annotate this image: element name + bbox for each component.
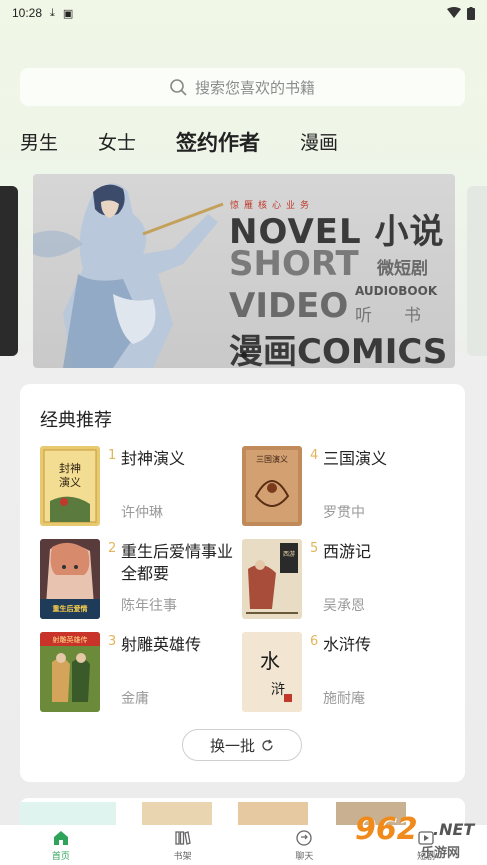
site-watermark-logo: 962 .NET 乐游网	[355, 812, 485, 864]
svg-text:射雕英雄传: 射雕英雄传	[53, 635, 88, 644]
refresh-icon	[262, 739, 273, 751]
tab-home[interactable]: 首页	[0, 825, 122, 865]
status-bar: 10:28 ⤓ ▣	[0, 0, 487, 26]
download-icon: ⤓	[50, 6, 55, 19]
chat-icon	[296, 830, 313, 846]
tab-chat-label: 聊天	[295, 852, 314, 862]
book-cover: 西游	[242, 539, 302, 619]
search-bar[interactable]: 搜索您喜欢的书籍	[20, 68, 465, 106]
search-placeholder: 搜索您喜欢的书籍	[194, 78, 315, 97]
book-cover: 重生后爱情	[40, 539, 100, 619]
book-cover: 水 浒	[242, 632, 302, 712]
bookshelf-icon	[174, 831, 191, 845]
carousel-indicator	[241, 352, 247, 358]
promo-banner[interactable]: 惊雁核心业务 NOVEL 小说 SHORT 微短剧 VIDEO AUDIOBOO…	[33, 174, 455, 368]
notification-icon: ▣	[62, 6, 74, 20]
book-item[interactable]: 西游 5 西游记 吴承恩	[242, 539, 442, 619]
svg-text:封神: 封神	[59, 461, 81, 475]
category-tabs: 男生 女士 签约作者 漫画	[20, 124, 378, 158]
banner-character-illustration	[33, 183, 224, 368]
tab-chat[interactable]: 聊天	[244, 825, 366, 865]
tab-bookshelf-label: 书架	[173, 852, 192, 862]
book-title: 西游记	[323, 542, 372, 561]
book-author: 罗贯中	[323, 505, 365, 521]
carousel-prev-peek[interactable]	[0, 186, 18, 356]
battery-icon	[467, 6, 475, 20]
book-author: 吴承恩	[323, 598, 365, 614]
refresh-batch-button[interactable]: 换一批	[182, 729, 302, 761]
book-author: 陈年往事	[121, 598, 177, 614]
banner-short: SHORT	[229, 244, 359, 284]
book-author: 金庸	[121, 691, 149, 707]
book-item[interactable]: 射雕英雄传 3 射雕英雄传 金庸	[40, 632, 240, 712]
section-title: 经典推荐	[40, 410, 112, 431]
watermark-sitename: 乐游网	[421, 846, 461, 861]
svg-text:西游: 西游	[283, 550, 295, 558]
svg-text:演义: 演义	[59, 475, 81, 489]
book-title: 封神演义	[121, 449, 186, 468]
refresh-label: 换一批	[209, 736, 255, 755]
book-title: 水浒传	[323, 635, 372, 654]
book-author: 许仲琳	[121, 505, 163, 521]
wifi-icon	[447, 7, 461, 18]
rank-number: 1	[108, 448, 117, 463]
svg-text:浒: 浒	[271, 682, 285, 698]
tab-bookshelf[interactable]: 书架	[122, 825, 244, 865]
book-item[interactable]: 三国演义 4 三国演义 罗贯中	[242, 446, 442, 526]
book-title: 重生后爱情事业全都要	[121, 542, 234, 583]
carousel-next-peek[interactable]	[467, 186, 487, 356]
tab-comics[interactable]: 漫画	[300, 128, 338, 158]
tab-female[interactable]: 女士	[98, 128, 136, 158]
watermark-net: .NET	[433, 820, 475, 839]
svg-text:重生后爱情: 重生后爱情	[53, 604, 88, 613]
banner-comics: 漫画COMICS	[229, 332, 448, 368]
book-cover: 封神 演义	[40, 446, 100, 526]
banner-listen: 听书	[355, 306, 453, 326]
book-item[interactable]: 水 浒 6 水浒传 施耐庵	[242, 632, 442, 712]
rank-number: 2	[108, 541, 117, 556]
rank-number: 3	[108, 634, 117, 649]
book-author: 施耐庵	[323, 691, 365, 707]
rank-number: 4	[310, 448, 319, 463]
watermark-number: 962	[355, 812, 418, 847]
search-icon	[170, 78, 187, 96]
book-title: 三国演义	[323, 449, 388, 468]
tab-home-label: 首页	[51, 852, 70, 862]
home-icon	[53, 831, 68, 845]
tab-signed-authors[interactable]: 签约作者	[176, 128, 260, 158]
banner-short-drama: 微短剧	[377, 259, 428, 279]
classic-recommend-card: 经典推荐 封神 演义 1 封神演义 许仲琳 三国演义 4 三国演义 罗贯中 重生…	[20, 384, 465, 782]
rank-number: 6	[310, 634, 319, 649]
svg-text:水: 水	[260, 649, 280, 673]
svg-text:三国演义: 三国演义	[256, 454, 288, 464]
book-cover: 三国演义	[242, 446, 302, 526]
banner-audiobook: AUDIOBOOK	[355, 284, 438, 298]
status-time: 10:28	[12, 6, 43, 20]
book-cover: 射雕英雄传	[40, 632, 100, 712]
book-title: 射雕英雄传	[121, 635, 202, 654]
book-item[interactable]: 重生后爱情 2 重生后爱情事业全都要 陈年往事	[40, 539, 240, 619]
banner-video: VIDEO	[229, 286, 349, 326]
rank-number: 5	[310, 541, 319, 556]
tab-male[interactable]: 男生	[20, 128, 58, 158]
book-item[interactable]: 封神 演义 1 封神演义 许仲琳	[40, 446, 240, 526]
